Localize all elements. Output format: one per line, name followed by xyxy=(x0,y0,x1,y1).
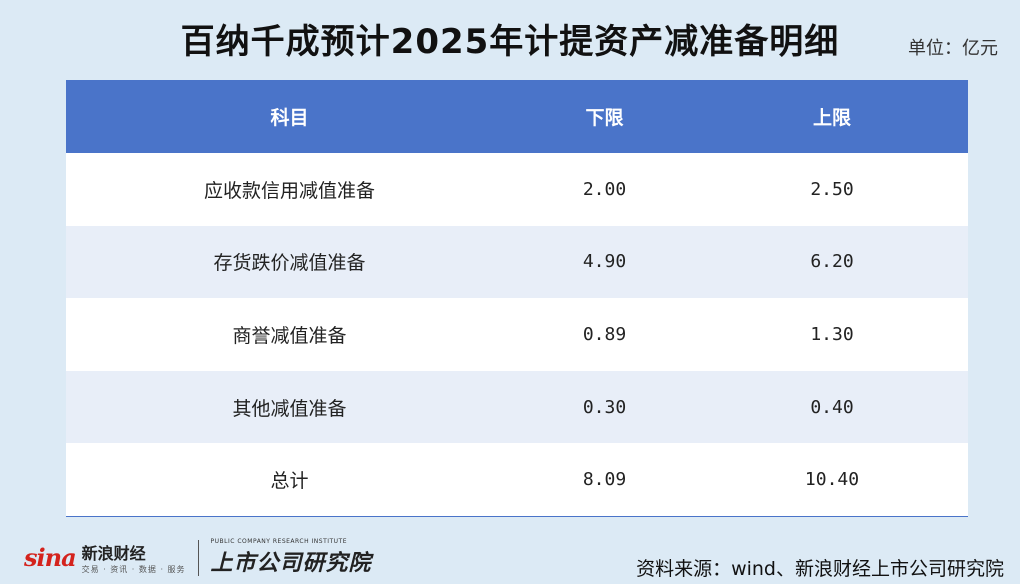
cell-item: 商誉减值准备 xyxy=(232,324,347,347)
cell-low: 8.09 xyxy=(582,469,627,491)
cell-item: 其他减值准备 xyxy=(232,397,347,420)
cell-high: 0.40 xyxy=(810,396,854,418)
sina-logo-mark: sina xyxy=(24,543,77,572)
cell-high: 2.50 xyxy=(810,178,854,200)
brand-logo: sina 新浪财经 交易 · 资讯 · 数据 · 服务 PUBLIC COMPA… xyxy=(24,538,372,577)
cell-item: 存货跌价减值准备 xyxy=(213,252,366,275)
unit-label: 单位：亿元 xyxy=(908,38,998,59)
cell-low: 0.89 xyxy=(582,323,627,345)
logo-divider xyxy=(197,539,199,576)
table-row: 商誉减值准备 0.89 1.30 xyxy=(66,298,968,371)
cell-low: 0.30 xyxy=(582,396,627,418)
column-header-low: 下限 xyxy=(585,107,624,129)
table-row: 存货跌价减值准备 4.90 6.20 xyxy=(66,225,968,299)
sina-logo-cn: 新浪财经 xyxy=(81,544,146,563)
table-row-total: 总计 8.09 10.40 xyxy=(66,443,968,516)
table-row: 应收款信用减值准备 2.00 2.50 xyxy=(66,153,968,226)
sina-logo-sub: 交易 · 资讯 · 数据 · 服务 xyxy=(81,565,186,574)
cell-high: 10.40 xyxy=(804,469,860,491)
cell-item: 总计 xyxy=(270,470,309,493)
cell-high: 6.20 xyxy=(810,251,854,273)
institute-logo: PUBLIC COMPANY RESEARCH INSTITUTE 上市公司研究… xyxy=(211,538,372,577)
cell-item: 应收款信用减值准备 xyxy=(203,179,375,202)
table-row: 其他减值准备 0.30 0.40 xyxy=(66,370,968,444)
page-title: 百纳千成预计2025年计提资产减准备明细 xyxy=(180,22,840,62)
cell-high: 1.30 xyxy=(810,323,854,345)
table-header-row: 科目 下限 上限 xyxy=(66,80,968,153)
institute-logo-en: PUBLIC COMPANY RESEARCH INSTITUTE xyxy=(210,538,348,545)
sina-logo-text: 新浪财经 交易 · 资讯 · 数据 · 服务 xyxy=(82,540,186,575)
column-header-high: 上限 xyxy=(812,107,851,129)
cell-low: 4.90 xyxy=(582,251,627,273)
institute-logo-cn: 上市公司研究院 xyxy=(210,551,372,576)
source-note: 资料来源：wind、新浪财经上市公司研究院 xyxy=(636,558,1004,580)
data-table: 科目 下限 上限 应收款信用减值准备 2.00 2.50 存货跌价减值准备 4.… xyxy=(66,80,968,517)
column-header-item: 科目 xyxy=(270,107,309,129)
cell-low: 2.00 xyxy=(582,178,627,200)
